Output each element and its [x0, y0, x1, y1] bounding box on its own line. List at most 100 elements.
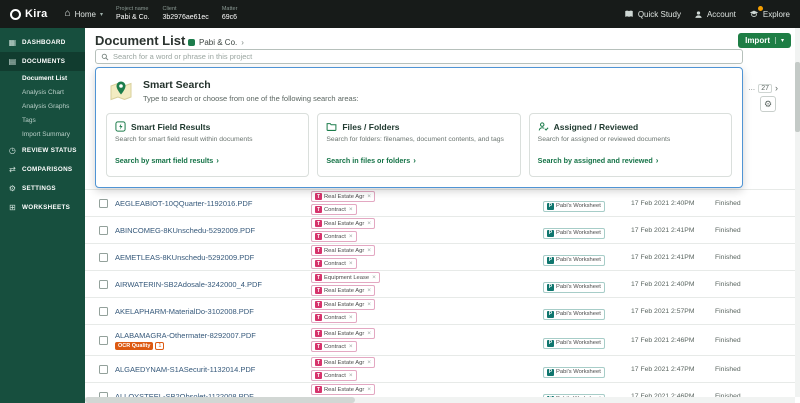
- tag-remove-icon[interactable]: ×: [367, 220, 371, 227]
- tag-type-icon: T: [315, 330, 322, 337]
- home-menu[interactable]: ⌂ Home ▾: [65, 9, 103, 19]
- quick-study-button[interactable]: Quick Study: [624, 9, 681, 19]
- pagination-page-27[interactable]: 27: [758, 84, 772, 93]
- card-smart-field-results[interactable]: Smart Field Results Search for smart fie…: [106, 113, 309, 177]
- tag-chip[interactable]: T Real Estate Agr ×: [311, 328, 375, 339]
- smart-search-subtitle: Type to search or choose from one of the…: [143, 94, 359, 103]
- tag-remove-icon[interactable]: ×: [372, 274, 376, 281]
- tag-chip[interactable]: T Contract ×: [311, 341, 357, 352]
- vertical-scrollbar[interactable]: [795, 28, 800, 397]
- worksheet-chip[interactable]: P Pabi's Worksheet: [543, 367, 605, 378]
- worksheet-chip[interactable]: P Pabi's Worksheet: [543, 282, 605, 293]
- import-button[interactable]: Import ▾: [738, 33, 791, 48]
- row-checkbox[interactable]: [99, 253, 108, 262]
- document-name-link[interactable]: ALABAMAGRA-Othermater-8292007.PDF: [115, 331, 256, 340]
- tag-remove-icon[interactable]: ×: [367, 330, 371, 337]
- worksheet-cell: P Pabi's Worksheet: [543, 248, 631, 266]
- vertical-scrollbar-thumb[interactable]: [795, 62, 800, 132]
- sidebar-item-comparisons[interactable]: ⇄ COMPARISONS: [0, 160, 85, 179]
- tag-chip[interactable]: T Real Estate Agr ×: [311, 218, 375, 229]
- sidebar-item-analysis-graphs[interactable]: Analysis Graphs: [0, 99, 85, 113]
- tag-chip[interactable]: T Contract ×: [311, 258, 357, 269]
- tag-chip[interactable]: T Real Estate Agr ×: [311, 384, 375, 395]
- card-files-folders[interactable]: Files / Folders Search for folders: file…: [317, 113, 520, 177]
- sidebar-item-document-list[interactable]: Document List: [0, 71, 85, 85]
- tag-remove-icon[interactable]: ×: [367, 301, 371, 308]
- worksheet-chip[interactable]: P Pabi's Worksheet: [543, 255, 605, 266]
- sidebar-item-worksheets[interactable]: ⊞ WORKSHEETS: [0, 198, 85, 217]
- project-breadcrumb[interactable]: Pabi & Co. ›: [188, 38, 244, 47]
- tag-remove-icon[interactable]: ×: [367, 386, 371, 393]
- tag-chip[interactable]: T Real Estate Agr ×: [311, 357, 375, 368]
- row-checkbox[interactable]: [99, 226, 108, 235]
- search-input[interactable]: [113, 52, 737, 61]
- card-assigned-reviewed[interactable]: Assigned / Reviewed Search for assigned …: [529, 113, 732, 177]
- document-date: 17 Feb 2021 2:46PM: [631, 337, 715, 344]
- worksheet-chip[interactable]: P Pabi's Worksheet: [543, 338, 605, 349]
- tag-remove-icon[interactable]: ×: [367, 193, 371, 200]
- ocr-quality-badge[interactable]: OCR Quality 1: [115, 342, 311, 350]
- account-button[interactable]: Account: [694, 10, 736, 19]
- document-name-link[interactable]: AIRWATERIN-SB2Adosale-3242000_4.PDF: [115, 280, 262, 289]
- sidebar: ▦ DASHBOARD ▤ DOCUMENTS Document List An…: [0, 28, 85, 403]
- search-in-files-link[interactable]: Search in files or folders ›: [326, 156, 416, 165]
- sidebar-item-import-summary[interactable]: Import Summary: [0, 127, 85, 141]
- search-by-assigned-link[interactable]: Search by assigned and reviewed ›: [538, 156, 659, 165]
- horizontal-scrollbar[interactable]: [85, 397, 795, 403]
- tag-chip[interactable]: T Real Estate Agr ×: [311, 285, 375, 296]
- tag-chip[interactable]: T Contract ×: [311, 231, 357, 242]
- search-by-smart-field-link[interactable]: Search by smart field results ›: [115, 156, 219, 165]
- document-name-link[interactable]: AEMETLEAS-8KUnschedu-5292009.PDF: [115, 253, 254, 262]
- tag-remove-icon[interactable]: ×: [349, 206, 353, 213]
- sidebar-item-review-status[interactable]: ◷ REVIEW STATUS: [0, 141, 85, 160]
- tag-chip[interactable]: T Contract ×: [311, 204, 357, 215]
- tag-remove-icon[interactable]: ×: [349, 343, 353, 350]
- document-name-link[interactable]: ABINCOMEG-8KUnschedu-5292009.PDF: [115, 226, 255, 235]
- name-cell: AEGLEABIOT-10QQuarter-1192016.PDF: [115, 199, 311, 208]
- pagination-next-icon[interactable]: ›: [775, 83, 778, 93]
- tag-remove-icon[interactable]: ×: [367, 247, 371, 254]
- client-value: 3b2976ae61ec: [162, 13, 208, 22]
- row-checkbox[interactable]: [99, 199, 108, 208]
- tag-remove-icon[interactable]: ×: [349, 372, 353, 379]
- card-description: Search for assigned or reviewed document…: [538, 136, 723, 145]
- document-name-link[interactable]: AKELAPHARM-MaterialDo-3102008.PDF: [115, 307, 254, 316]
- worksheet-chip[interactable]: P Pabi's Worksheet: [543, 228, 605, 239]
- tag-remove-icon[interactable]: ×: [367, 287, 371, 294]
- project-dot-icon: [188, 39, 195, 46]
- tag-chip[interactable]: T Real Estate Agr ×: [311, 191, 375, 202]
- table-settings-button[interactable]: ⚙: [760, 96, 776, 112]
- kira-logo[interactable]: Kira: [10, 8, 48, 20]
- worksheet-chip[interactable]: P Pabi's Worksheet: [543, 201, 605, 212]
- sidebar-item-documents[interactable]: ▤ DOCUMENTS: [0, 52, 85, 71]
- tag-remove-icon[interactable]: ×: [367, 359, 371, 366]
- document-name-link[interactable]: AEGLEABIOT-10QQuarter-1192016.PDF: [115, 199, 252, 208]
- tag-remove-icon[interactable]: ×: [349, 314, 353, 321]
- tag-chip[interactable]: T Real Estate Agr ×: [311, 245, 375, 256]
- tag-label: Real Estate Agr: [324, 387, 364, 393]
- worksheet-type-icon: P: [547, 340, 554, 347]
- tag-remove-icon[interactable]: ×: [349, 233, 353, 240]
- horizontal-scrollbar-thumb[interactable]: [85, 397, 355, 403]
- row-checkbox[interactable]: [99, 336, 108, 345]
- sidebar-item-settings[interactable]: ⚙ SETTINGS: [0, 179, 85, 198]
- tag-chip[interactable]: T Contract ×: [311, 312, 357, 323]
- sidebar-item-analysis-chart[interactable]: Analysis Chart: [0, 85, 85, 99]
- explore-button[interactable]: Explore: [749, 9, 790, 19]
- tag-remove-icon[interactable]: ×: [349, 260, 353, 267]
- name-cell: ALGAEDYNAM-S1ASecurit-1132014.PDF: [115, 365, 311, 374]
- tag-chip[interactable]: T Contract ×: [311, 370, 357, 381]
- row-checkbox[interactable]: [99, 280, 108, 289]
- sidebar-item-tags[interactable]: Tags: [0, 113, 85, 127]
- sidebar-item-dashboard[interactable]: ▦ DASHBOARD: [0, 33, 85, 52]
- comparisons-icon: ⇄: [8, 165, 17, 174]
- tag-list: T Real Estate Agr × T Contract ×: [311, 357, 543, 381]
- row-checkbox[interactable]: [99, 365, 108, 374]
- tag-chip[interactable]: T Real Estate Agr ×: [311, 299, 375, 310]
- row-checkbox[interactable]: [99, 307, 108, 316]
- worksheet-chip[interactable]: P Pabi's Worksheet: [543, 309, 605, 320]
- tag-chip[interactable]: T Equipment Lease ×: [311, 272, 380, 283]
- tag-type-icon: T: [315, 287, 322, 294]
- document-name-link[interactable]: ALGAEDYNAM-S1ASecurit-1132014.PDF: [115, 365, 255, 374]
- dashboard-icon: ▦: [8, 38, 17, 47]
